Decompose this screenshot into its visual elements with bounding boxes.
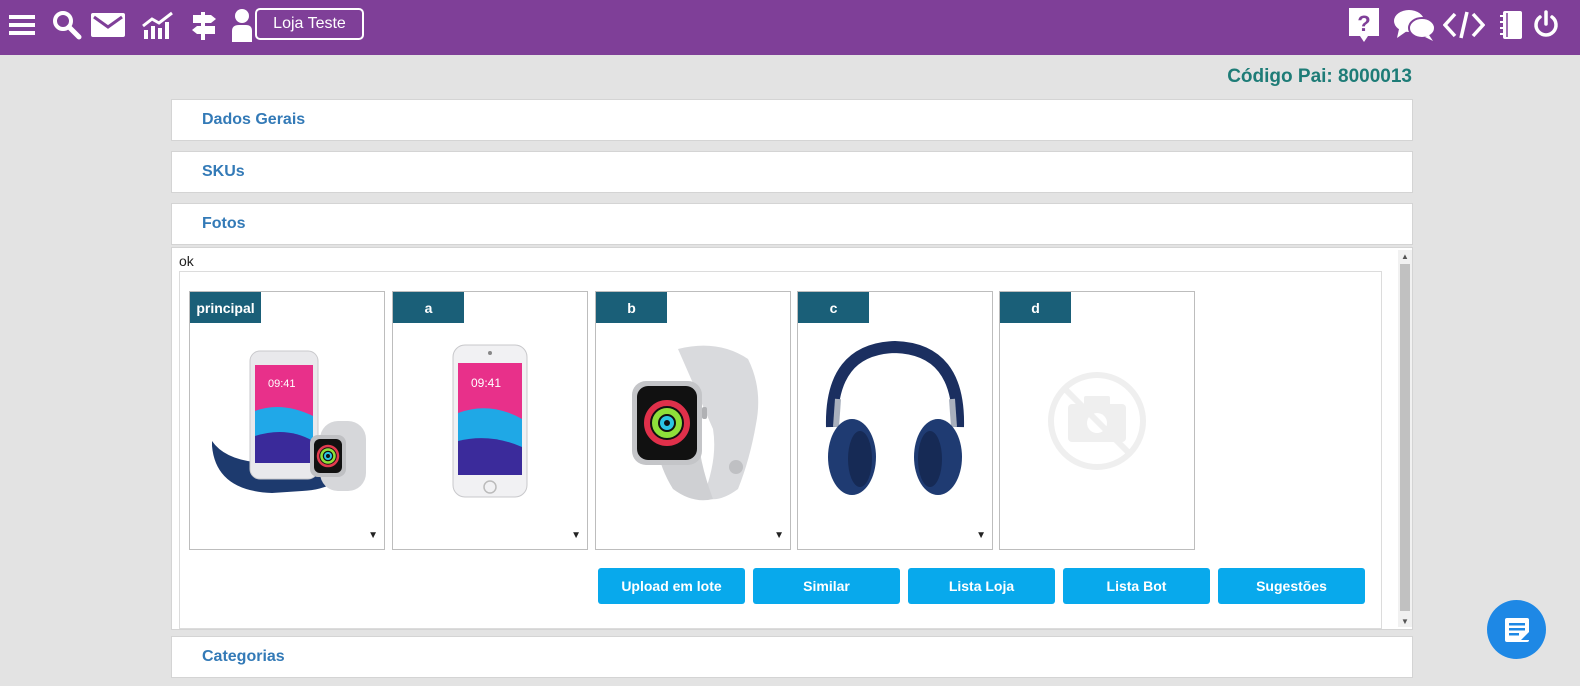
user-icon[interactable] — [230, 6, 258, 44]
notebook-icon[interactable] — [1498, 6, 1524, 44]
signpost-icon[interactable] — [189, 6, 219, 44]
scroll-down-arrow[interactable]: ▼ — [1398, 615, 1412, 627]
top-navbar: Loja Teste ? — [0, 0, 1580, 55]
section-fotos[interactable]: Fotos — [171, 203, 1413, 245]
photo-card-label: principal — [190, 292, 261, 323]
photo-card-label: c — [798, 292, 869, 323]
upload-em-lote-button[interactable]: Upload em lote — [598, 568, 745, 604]
product-image: beats 09:41 — [190, 326, 384, 516]
no-photo-icon — [1000, 326, 1194, 516]
section-skus[interactable]: SKUs — [171, 151, 1413, 193]
sugestoes-button[interactable]: Sugestões — [1218, 568, 1365, 604]
codigo-pai-label: Código Pai: 8000013 — [1227, 66, 1412, 87]
mail-icon[interactable] — [90, 6, 126, 44]
help-icon[interactable]: ? — [1347, 6, 1381, 44]
photo-card-c[interactable]: c ▼ — [797, 291, 993, 550]
notes-icon — [1504, 617, 1529, 642]
card-dropdown-caret[interactable]: ▼ — [368, 530, 378, 541]
photo-card-principal[interactable]: principal beats 09:41 — [189, 291, 385, 550]
menu-icon[interactable] — [9, 6, 35, 44]
lista-loja-button[interactable]: Lista Loja — [908, 568, 1055, 604]
fotos-panel-body: ok principal beats 09:41 — [171, 247, 1413, 630]
photo-card-b[interactable]: b ▼ — [595, 291, 791, 550]
product-image — [596, 326, 790, 516]
status-text: ok — [179, 253, 194, 269]
section-categorias[interactable]: Categorias — [171, 636, 1413, 678]
svg-text:?: ? — [1357, 11, 1370, 36]
chat-icon[interactable] — [1393, 6, 1437, 44]
photos-gallery: principal beats 09:41 — [179, 271, 1382, 629]
product-image — [798, 326, 992, 516]
scrollbar-thumb[interactable] — [1400, 264, 1410, 611]
photo-card-d[interactable]: d — [999, 291, 1195, 550]
code-icon[interactable] — [1443, 6, 1485, 44]
photo-card-label: d — [1000, 292, 1071, 323]
photo-card-label: b — [596, 292, 667, 323]
scroll-up-arrow[interactable]: ▲ — [1398, 250, 1412, 262]
search-icon[interactable] — [52, 6, 82, 44]
card-dropdown-caret[interactable]: ▼ — [976, 530, 986, 541]
notes-fab-button[interactable] — [1487, 600, 1546, 659]
power-icon[interactable] — [1532, 6, 1560, 44]
card-dropdown-caret[interactable]: ▼ — [774, 530, 784, 541]
section-dados-gerais[interactable]: Dados Gerais — [171, 99, 1413, 141]
photo-card-label: a — [393, 292, 464, 323]
similar-button[interactable]: Similar — [753, 568, 900, 604]
scrollbar[interactable]: ▲ ▼ — [1398, 250, 1412, 627]
svg-text:09:41: 09:41 — [268, 378, 296, 390]
photo-card-a[interactable]: a 09:41 ▼ — [392, 291, 588, 550]
lista-bot-button[interactable]: Lista Bot — [1063, 568, 1210, 604]
store-selector-button[interactable]: Loja Teste — [255, 8, 364, 40]
card-dropdown-caret[interactable]: ▼ — [571, 530, 581, 541]
svg-text:09:41: 09:41 — [471, 376, 501, 390]
product-image: 09:41 — [393, 326, 587, 516]
chart-icon[interactable] — [141, 6, 175, 44]
